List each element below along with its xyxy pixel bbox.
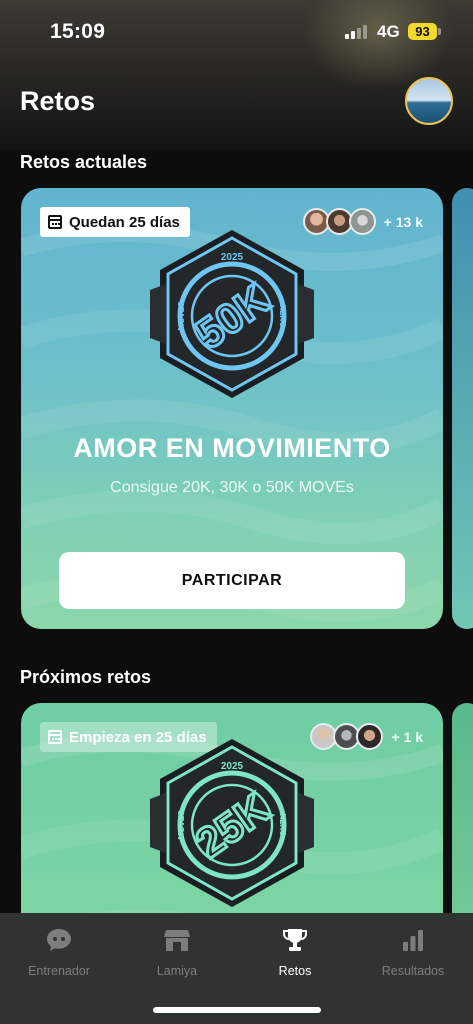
challenge-subtitle: Consigue 20K, 30K o 50K MOVEs xyxy=(110,479,354,496)
page-title: Retos xyxy=(20,86,96,116)
medal-left-word: MOVES xyxy=(177,301,186,331)
next-challenge-card-peek[interactable] xyxy=(452,188,473,629)
chat-bubble-icon xyxy=(44,925,74,955)
tab-label: Resultados xyxy=(381,964,445,978)
network-type: 4G xyxy=(377,22,400,41)
medal-year: 2025 xyxy=(221,761,244,772)
challenge-medal-25k: 2025 25K MOVES HERO xyxy=(142,733,322,913)
battery-tip xyxy=(438,28,441,35)
medal-right-word: HERO xyxy=(278,304,287,327)
tab-resultados[interactable]: Resultados xyxy=(354,925,472,978)
medal-left-word: MOVES xyxy=(177,810,186,840)
current-challenge-card[interactable]: Quedan 25 días + 13 k 2025 50K MOVES HER… xyxy=(21,188,443,629)
tab-entrenador[interactable]: Entrenador xyxy=(0,925,118,978)
calendar-icon xyxy=(48,215,62,229)
section-title-current: Retos actuales xyxy=(20,152,148,172)
store-icon xyxy=(162,925,192,955)
participant-avatar xyxy=(356,723,384,750)
challenge-medal-50k: 2025 50K MOVES HERO xyxy=(142,224,322,404)
section-title-upcoming: Próximos retos xyxy=(20,667,152,687)
participants-count: + 13 k xyxy=(383,213,423,230)
status-time: 15:09 xyxy=(50,20,106,43)
calendar-icon xyxy=(48,730,62,744)
participants-group[interactable]: + 1 k xyxy=(310,723,423,750)
home-indicator[interactable] xyxy=(153,1007,321,1013)
signal-icon xyxy=(345,25,371,39)
battery-indicator: 93 xyxy=(408,23,437,40)
participant-avatar xyxy=(348,208,376,235)
profile-avatar[interactable] xyxy=(405,77,453,125)
status-bar: 15:09 4G 93 xyxy=(0,0,473,64)
medal-right-word: HERO xyxy=(278,813,287,836)
tab-label: Entrenador xyxy=(28,964,90,978)
participants-count: + 1 k xyxy=(391,728,423,745)
tab-retos[interactable]: Retos xyxy=(236,925,354,978)
medal-year: 2025 xyxy=(221,252,244,263)
tab-label: Lamiya xyxy=(156,964,198,978)
trophy-icon xyxy=(280,925,310,955)
challenge-title: AMOR EN MOVIMIENTO xyxy=(73,433,391,463)
tab-label: Retos xyxy=(278,964,312,978)
participate-button[interactable]: PARTICIPAR xyxy=(59,552,405,609)
bar-chart-icon xyxy=(398,925,428,955)
tab-lamiya[interactable]: Lamiya xyxy=(118,925,236,978)
